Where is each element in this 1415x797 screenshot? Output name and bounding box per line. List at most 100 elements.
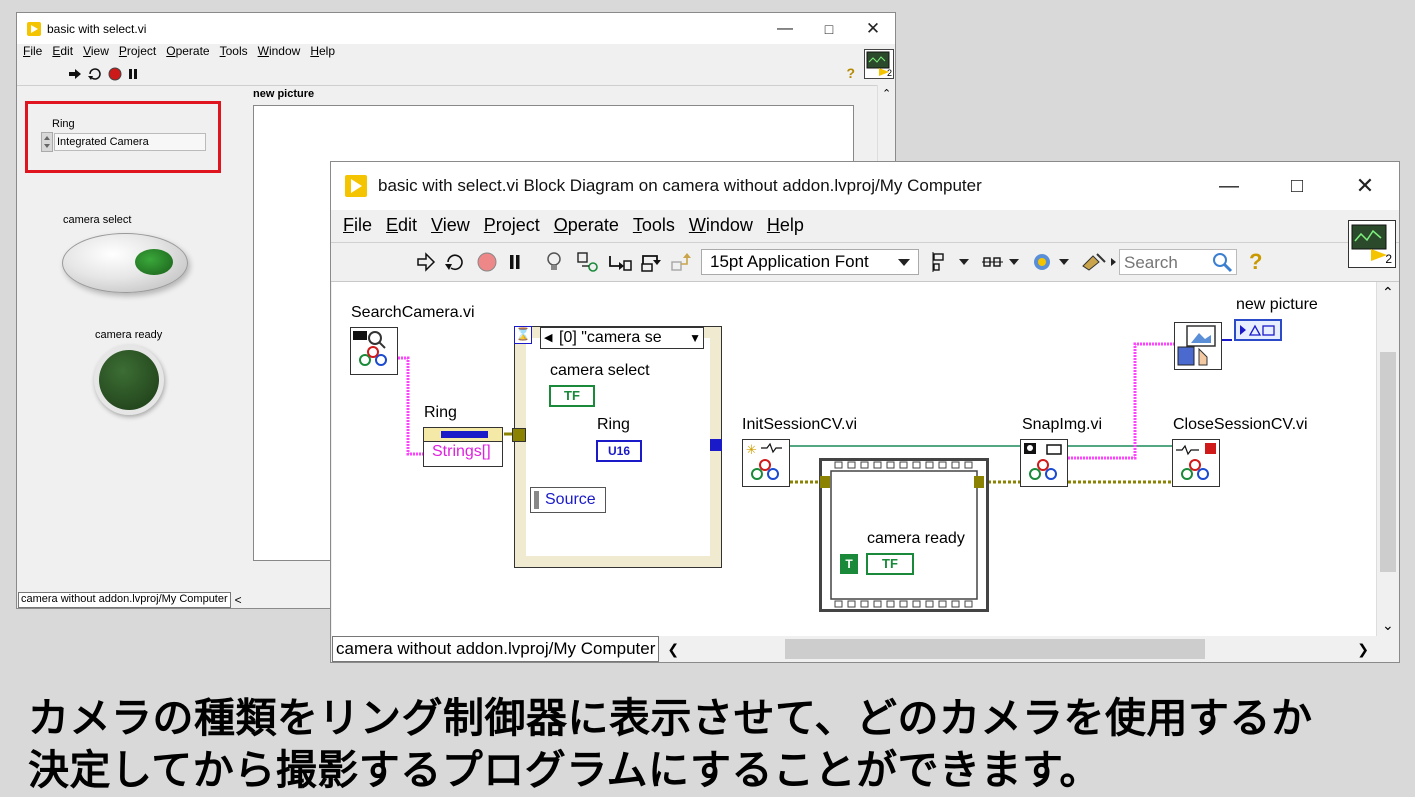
vscroll-thumb[interactable] xyxy=(1380,352,1396,572)
menu-view[interactable]: View xyxy=(83,44,109,62)
menu-operate[interactable]: Operate xyxy=(166,44,209,62)
pause-icon[interactable] xyxy=(505,251,525,273)
run-arrow-icon[interactable] xyxy=(415,251,437,273)
picture-label: new picture xyxy=(253,88,315,100)
close-session-node[interactable] xyxy=(1172,439,1220,487)
step-out-icon[interactable] xyxy=(669,250,695,274)
close-button[interactable]: ✕ xyxy=(1331,162,1399,210)
camera-ready-label: camera ready xyxy=(95,329,163,341)
run-continuously-icon[interactable] xyxy=(443,251,467,273)
search-camera-node[interactable] xyxy=(350,327,398,375)
hscroll-thumb[interactable] xyxy=(785,639,1206,659)
true-constant[interactable]: T xyxy=(840,554,858,574)
sprocket-hole xyxy=(951,461,960,469)
sprocket-hole xyxy=(899,600,908,608)
case-prev-icon[interactable]: ◀ xyxy=(544,328,552,348)
search-box[interactable] xyxy=(1119,249,1237,275)
camera-ready-terminal-label: camera ready xyxy=(867,530,965,547)
align-objects-icon[interactable] xyxy=(931,250,971,274)
block-diagram-status-text: camera without addon.lvproj/My Computer xyxy=(336,639,656,658)
menu-help[interactable]: Help xyxy=(767,215,804,236)
menu-edit[interactable]: Edit xyxy=(52,44,73,62)
sprocket-hole xyxy=(899,461,908,469)
scroll-up-icon[interactable]: ⌃ xyxy=(1382,284,1394,301)
step-into-icon[interactable] xyxy=(607,250,633,274)
menu-tools[interactable]: Tools xyxy=(220,44,248,62)
menu-project[interactable]: Project xyxy=(484,215,540,236)
menu-tools[interactable]: Tools xyxy=(633,215,675,236)
block-diagram-window-controls: — □ ✕ xyxy=(1195,162,1399,210)
picture-terminal-icon xyxy=(1240,324,1275,336)
camera-select-button[interactable] xyxy=(62,233,188,293)
menu-window[interactable]: Window xyxy=(689,215,753,236)
run-continuously-icon[interactable] xyxy=(87,67,103,81)
scroll-up-icon[interactable]: ⌃ xyxy=(882,87,891,100)
snap-img-node[interactable] xyxy=(1020,439,1068,487)
menu-view[interactable]: View xyxy=(431,215,470,236)
camera-select-led xyxy=(135,249,173,275)
clean-up-diagram-icon[interactable] xyxy=(1079,250,1117,274)
menu-edit[interactable]: Edit xyxy=(386,215,417,236)
highlight-execution-icon[interactable] xyxy=(543,250,565,274)
case-next-icon[interactable]: ▼ xyxy=(689,328,701,348)
help-icon[interactable]: ? xyxy=(1249,249,1262,275)
ring-value-box[interactable]: Integrated Camera xyxy=(54,133,206,151)
true-constant-label: T xyxy=(845,557,853,571)
draw-picture-node[interactable] xyxy=(1174,322,1222,370)
close-button[interactable]: ✕ xyxy=(851,13,895,44)
ring-terminal[interactable]: Strings[] xyxy=(423,427,503,467)
ring-tunnel xyxy=(512,428,526,442)
pause-icon[interactable] xyxy=(125,67,141,81)
block-diagram-conn-pane[interactable]: 2 xyxy=(1348,220,1396,268)
search-icon[interactable] xyxy=(1210,250,1234,274)
ring-control[interactable]: Integrated Camera xyxy=(41,132,207,152)
menu-file[interactable]: File xyxy=(343,215,372,236)
abort-icon[interactable] xyxy=(107,67,123,81)
case-structure[interactable]: ◀ [0] "camera se ▼ camera select TF Ring… xyxy=(514,326,722,568)
menu-operate[interactable]: Operate xyxy=(554,215,619,236)
sprocket-hole xyxy=(886,461,895,469)
front-panel-menubar: File Edit View Project Operate Tools Win… xyxy=(17,44,895,62)
minimize-button[interactable]: — xyxy=(1195,162,1263,210)
sprocket-hole xyxy=(847,600,856,608)
block-diagram-menubar: File Edit View Project Operate Tools Win… xyxy=(331,212,1399,238)
hscroll-left-icon[interactable]: ❮ xyxy=(667,641,679,658)
new-picture-terminal[interactable] xyxy=(1234,319,1282,341)
block-diagram-context: camera without addon.lvproj/My Computer xyxy=(332,636,660,662)
ring-value: Integrated Camera xyxy=(57,136,149,148)
init-session-node[interactable]: ✳ xyxy=(742,439,790,487)
u16-terminal[interactable]: U16 xyxy=(596,440,642,462)
maximize-button[interactable]: □ xyxy=(1263,162,1331,210)
block-diagram-vscroll[interactable]: ⌃ ⌄ xyxy=(1376,282,1399,636)
abort-icon[interactable] xyxy=(475,251,499,273)
sprocket-hole xyxy=(847,461,856,469)
minimize-button[interactable]: — xyxy=(763,13,807,44)
search-input[interactable] xyxy=(1122,251,1210,275)
distribute-objects-icon[interactable] xyxy=(981,250,1021,274)
menu-window[interactable]: Window xyxy=(258,44,301,62)
ring-increment-decrement[interactable] xyxy=(41,132,53,152)
menu-file[interactable]: File xyxy=(23,44,42,62)
case-camera-select-label: camera select xyxy=(550,362,650,379)
maximize-button[interactable]: □ xyxy=(807,13,851,44)
font-select[interactable]: 15pt Application Font xyxy=(701,249,919,275)
labview-logo-icon xyxy=(345,175,370,197)
menu-project[interactable]: Project xyxy=(119,44,156,62)
camera-select-terminal[interactable]: TF xyxy=(549,385,595,407)
case-selector[interactable]: ◀ [0] "camera se ▼ xyxy=(540,327,704,349)
run-arrow-icon[interactable] xyxy=(67,67,83,81)
retain-wire-values-icon[interactable] xyxy=(575,250,601,274)
camera-ready-terminal[interactable]: TF xyxy=(866,553,914,575)
step-over-icon[interactable] xyxy=(639,250,665,274)
block-diagram-canvas[interactable]: SearchCamera.vi Ring Strings[] ◀ [0] "ca… xyxy=(332,282,1377,637)
hscroll-right-icon[interactable]: ❯ xyxy=(1357,641,1369,658)
init-session-label: InitSessionCV.vi xyxy=(742,416,858,433)
scroll-down-icon[interactable]: ⌄ xyxy=(1382,617,1394,634)
front-panel-conn-pane[interactable]: 2 xyxy=(864,49,894,79)
help-icon[interactable]: ? xyxy=(846,65,855,81)
front-panel-scroll-left[interactable]: < xyxy=(235,593,242,607)
sprocket-hole xyxy=(834,600,843,608)
source-node[interactable]: Source xyxy=(530,487,606,513)
menu-help[interactable]: Help xyxy=(310,44,335,62)
resize-objects-icon[interactable] xyxy=(1031,250,1071,274)
